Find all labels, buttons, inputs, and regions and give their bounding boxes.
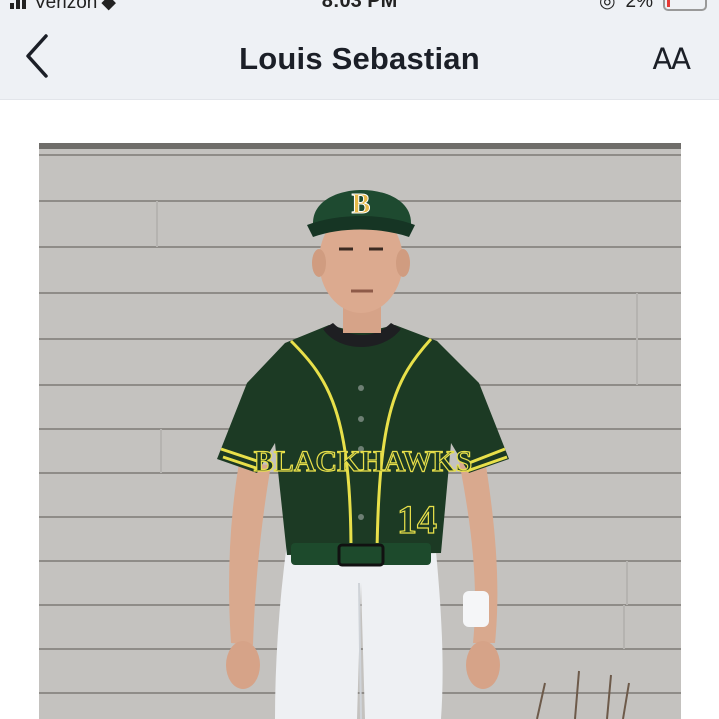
page-title: Louis Sebastian [239,41,480,76]
jersey-number: 14 [397,497,437,542]
status-bar: Verizon ◆ 8:03 PM ◎ 2% [0,0,719,14]
player-photo-illustration: BLACKHAWKS 14 B [39,143,681,719]
battery-icon [663,0,707,11]
location-icon: ◎ [598,0,616,12]
article-content: BLACKHAWKS 14 B [0,101,719,719]
battery-percent: 2% [625,0,653,12]
jersey-lettering: BLACKHAWKS [254,445,472,478]
text-size-button[interactable]: AA [652,42,692,76]
text-size-label: AA [652,42,692,76]
navigation-bar: Louis Sebastian AA [0,14,719,100]
player-photo[interactable]: BLACKHAWKS 14 B [39,143,681,719]
cap-logo: B [352,189,371,220]
